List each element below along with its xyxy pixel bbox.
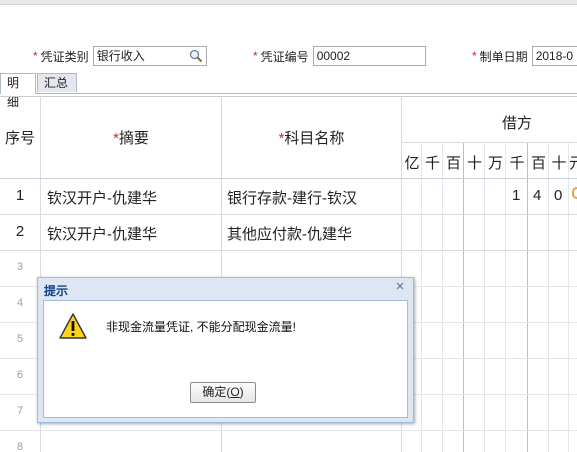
required-marker: *: [33, 49, 38, 63]
date-label: 制单日期: [479, 49, 528, 64]
detail-tabs: 明细 汇总: [0, 73, 577, 109]
digit-header: 万: [487, 155, 503, 172]
digit-header: 千: [509, 155, 525, 172]
debit-digit: 4: [533, 187, 542, 204]
row-seq: 4: [16, 297, 24, 309]
voucher-no-field[interactable]: 00002: [312, 46, 426, 66]
required-marker: *: [472, 49, 477, 63]
voucher-type-group: * 凭证类别 银行收入: [33, 44, 207, 68]
tab-summary[interactable]: 汇总: [37, 73, 77, 92]
date-group: * 制单日期 2018-0: [472, 44, 577, 68]
date-field[interactable]: 2018-0: [531, 46, 577, 66]
digit-header: 百: [445, 155, 461, 172]
voucher-type-select[interactable]: 银行收入: [92, 46, 207, 66]
digit-header: 亿: [404, 155, 420, 172]
header-summary[interactable]: *摘要: [41, 127, 221, 148]
debit-digit-partial: [572, 186, 577, 200]
row-seq: 7: [16, 405, 24, 417]
voucher-type-label: 凭证类别: [40, 49, 89, 64]
debit-digit: 0: [554, 187, 563, 204]
digit-header: 千: [424, 155, 440, 172]
row-seq: 5: [16, 333, 24, 345]
header-debit: 借方: [501, 115, 532, 132]
required-marker: *: [253, 49, 258, 63]
dialog-title: 提示: [44, 284, 69, 298]
row-summary-cell[interactable]: 钦汉开户-仇建华: [47, 223, 157, 244]
header-seq: 序号: [4, 130, 35, 147]
header-subject[interactable]: *科目名称: [222, 127, 401, 148]
row-seq: 8: [16, 441, 24, 452]
digit-header: 十: [466, 155, 482, 172]
dialog-body: 非现金流量凭证, 不能分配现金流量! 确定(O): [43, 300, 408, 418]
row-seq: 2: [15, 223, 25, 240]
debit-digit: 1: [512, 187, 521, 204]
ok-button[interactable]: 确定(O): [190, 382, 256, 403]
row-summary-cell[interactable]: 钦汉开户-仇建华: [47, 187, 157, 208]
voucher-header-form: * 凭证类别 银行收入 * 凭证编号 00002 * 制单日期 2018-0: [0, 44, 577, 68]
close-icon[interactable]: ×: [393, 279, 407, 294]
voucher-no-group: * 凭证编号 00002: [253, 44, 426, 68]
row-seq: 6: [16, 369, 24, 381]
date-value: 2018-0: [535, 49, 574, 63]
header-summary-label: 摘要: [118, 130, 149, 147]
row-subject-cell[interactable]: 其他应付款-仇建华: [227, 223, 352, 244]
digit-header: 百: [530, 155, 546, 172]
alert-dialog: 提示 × 非现金流量凭证, 不能分配现金流量! 确定(O): [37, 277, 414, 423]
search-icon[interactable]: [189, 49, 203, 63]
tab-detail[interactable]: 明细: [0, 73, 36, 109]
warning-icon: [59, 313, 87, 339]
voucher-no-value: 00002: [316, 49, 351, 63]
voucher-type-value: 银行收入: [96, 49, 145, 63]
row-subject-cell[interactable]: 银行存款-建行-钦汉: [227, 187, 357, 208]
ok-button-label: 确定(O): [202, 385, 244, 399]
row-seq: 3: [16, 261, 24, 273]
digit-header: 元: [569, 155, 577, 172]
digit-header: 十: [551, 155, 567, 172]
row-seq: 1: [15, 187, 25, 204]
top-toolbar-strip: [0, 0, 577, 5]
header-subject-label: 科目名称: [284, 130, 345, 147]
dialog-message: 非现金流量凭证, 不能分配现金流量!: [106, 320, 297, 334]
voucher-no-label: 凭证编号: [260, 49, 309, 64]
